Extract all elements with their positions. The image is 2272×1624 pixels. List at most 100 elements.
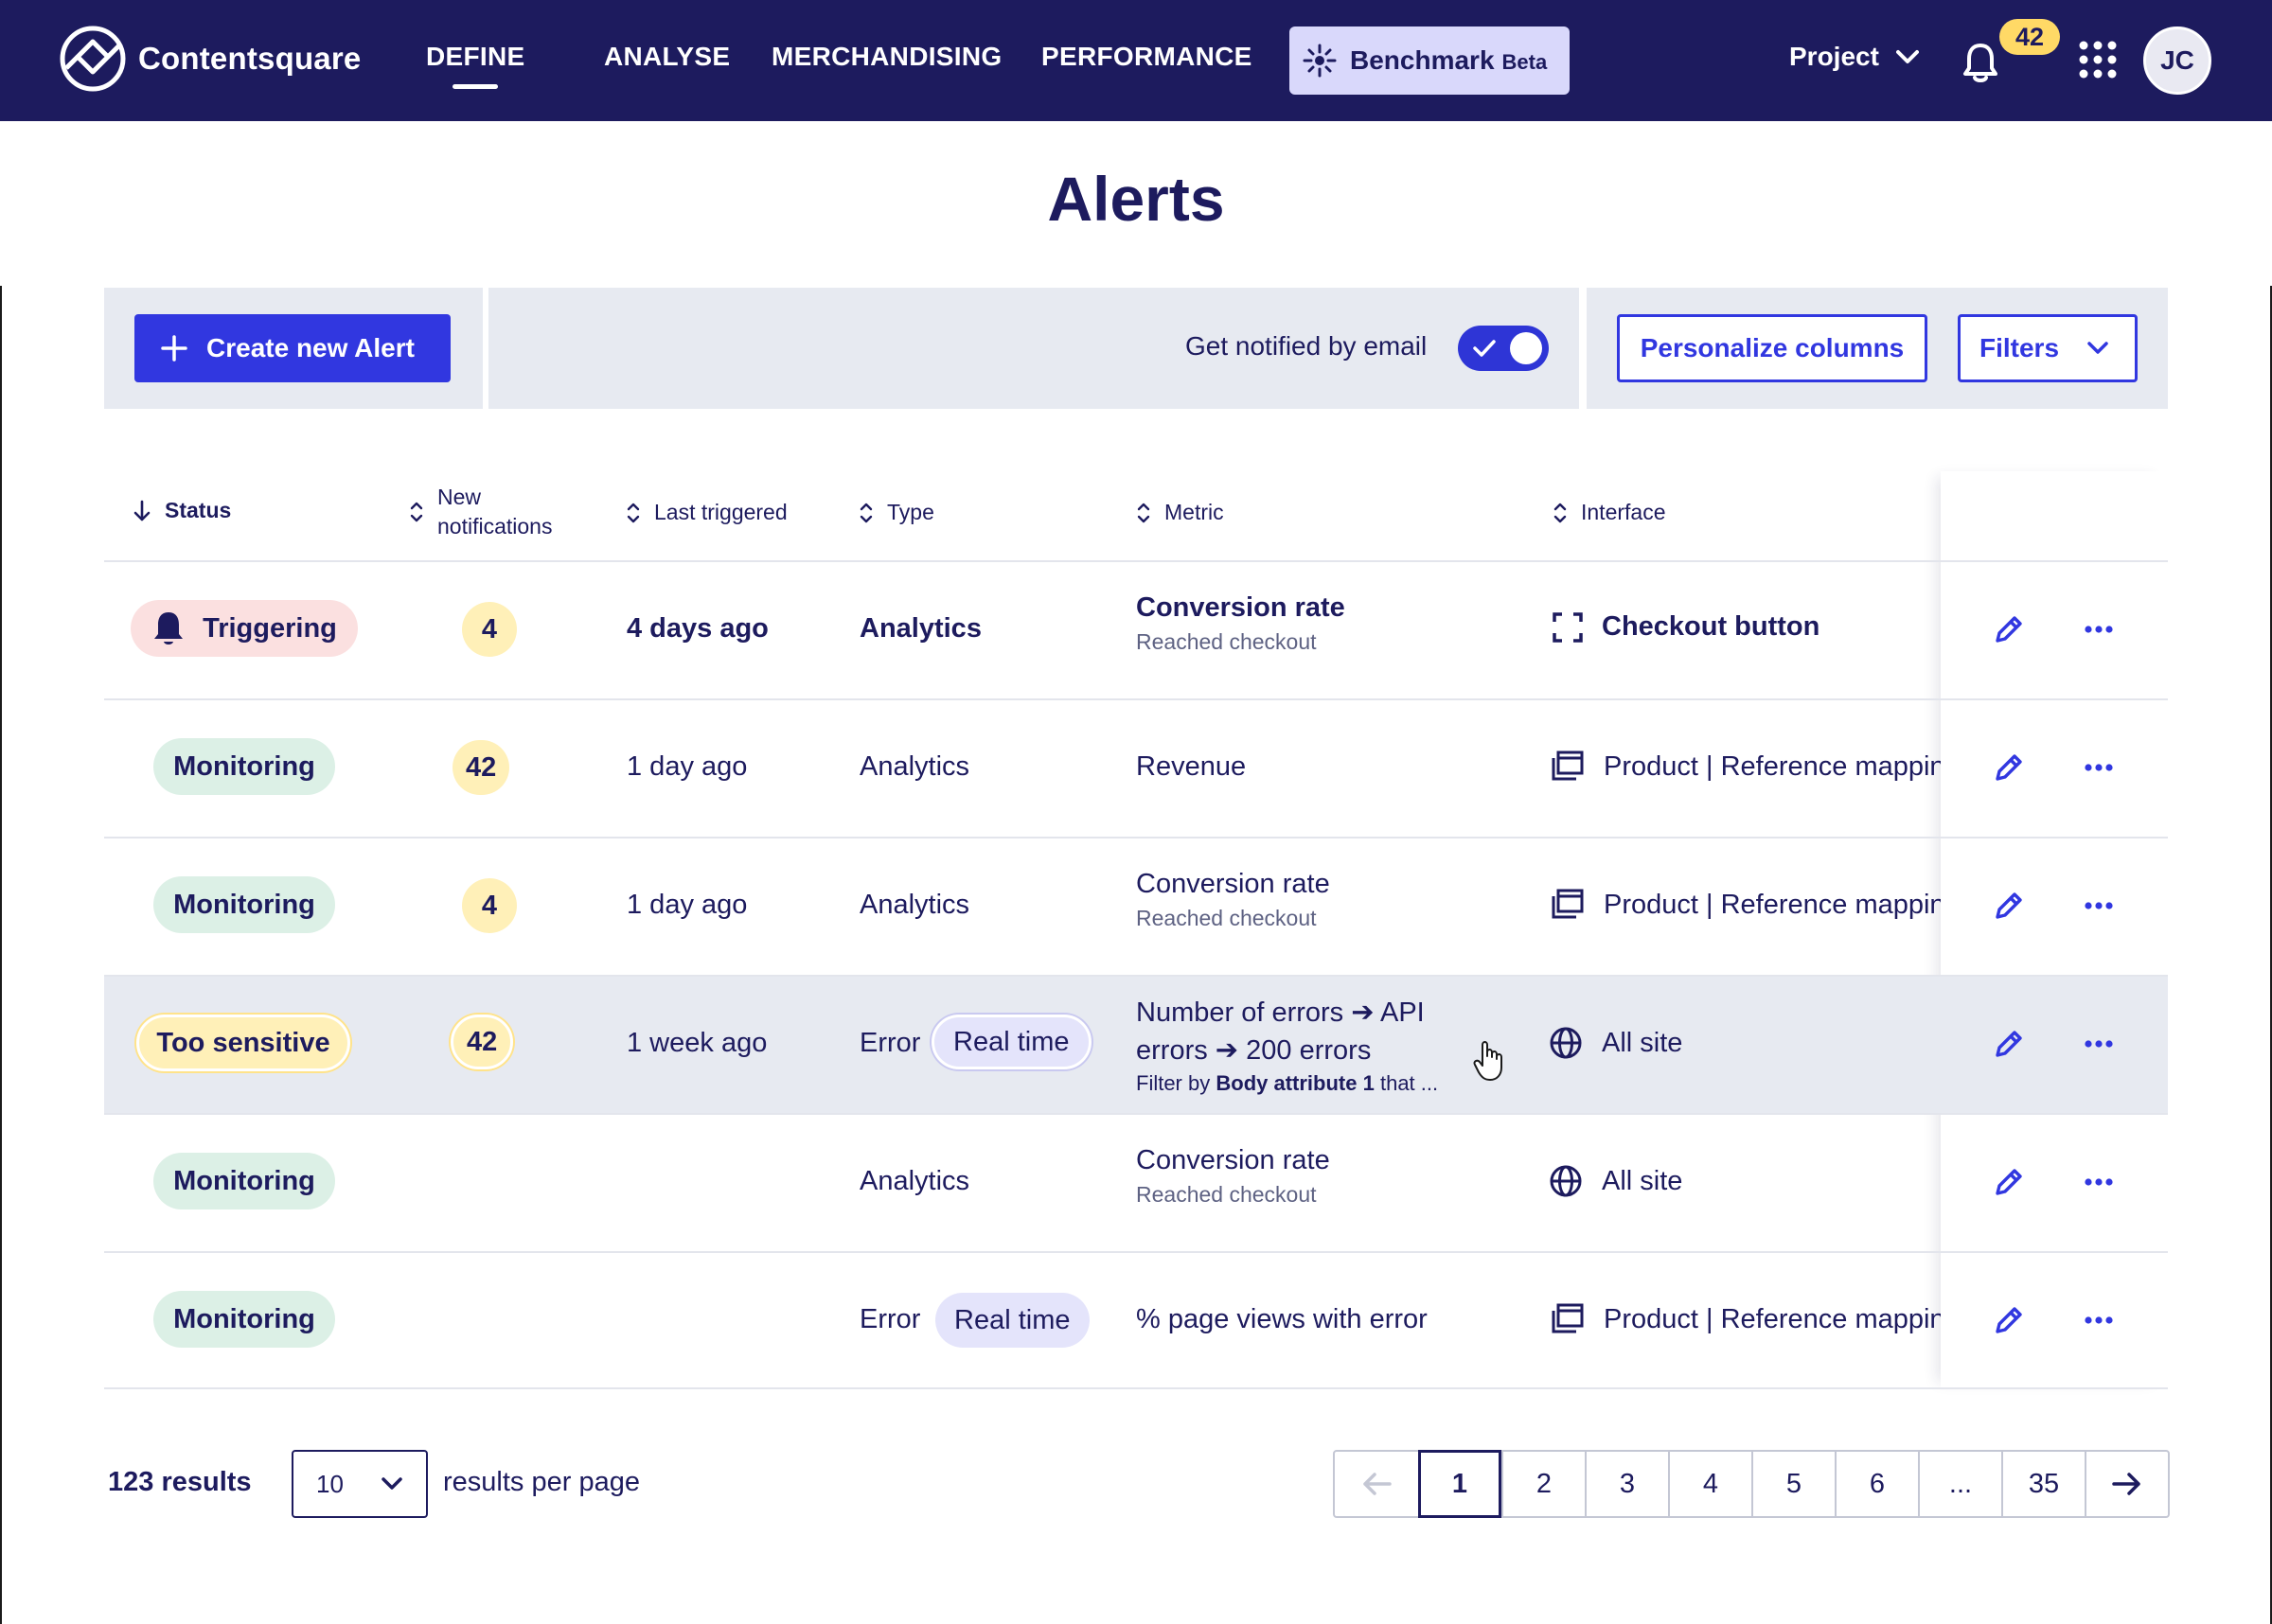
new-notifications-badge: 4 — [462, 602, 517, 657]
more-horizontal-icon[interactable] — [2085, 625, 2113, 634]
row-divider — [104, 698, 2168, 700]
interface-label: Checkout button — [1602, 611, 1820, 642]
page-button-35[interactable]: 35 — [2001, 1452, 2085, 1516]
column-header-type[interactable]: Type — [859, 500, 934, 525]
real-time-tag: Real time — [935, 1293, 1090, 1348]
nav-analyse[interactable]: ANALYSE — [604, 42, 730, 72]
email-notification-label: Get notified by email — [1185, 331, 1428, 361]
status-badge: Too sensitive — [136, 1015, 350, 1071]
new-notifications-badge: 42 — [453, 740, 510, 795]
column-header-status[interactable]: Status — [133, 498, 231, 523]
status-badge: Monitoring — [153, 1291, 335, 1348]
beta-badge: Beta — [1501, 50, 1548, 74]
metric-name: % page views with error — [1136, 1304, 1428, 1334]
metric: Number of errors ➔ API errors ➔ 200 erro… — [1136, 994, 1477, 1098]
interface[interactable]: All site — [1549, 1164, 1941, 1198]
user-avatar[interactable]: JC — [2143, 26, 2211, 95]
project-label: Project — [1789, 42, 1879, 71]
filter-attribute: Body attribute 1 — [1216, 1071, 1375, 1095]
column-header-new-notifications[interactable]: New notifications — [409, 483, 552, 541]
pencil-icon[interactable] — [1992, 1165, 2026, 1199]
create-alert-button[interactable]: Create new Alert — [134, 314, 451, 382]
row-divider — [104, 1113, 2168, 1115]
globe-icon — [1550, 1027, 1582, 1059]
filters-button[interactable]: Filters — [1958, 314, 2138, 382]
benchmark-button[interactable]: Benchmark Beta — [1289, 26, 1570, 95]
filter-prefix: Filter by — [1136, 1071, 1211, 1095]
page-title: Alerts — [1047, 164, 1225, 234]
actions-cell-highlight — [1941, 977, 2168, 1113]
status-badge: Monitoring — [153, 1153, 335, 1209]
metric-name: Conversion rate — [1136, 869, 1330, 899]
page-button-6[interactable]: 6 — [1835, 1452, 1918, 1516]
chevron-down-icon — [382, 1477, 402, 1490]
status-badge: Monitoring — [153, 876, 335, 933]
page-button-1[interactable]: 1 — [1418, 1450, 1501, 1518]
nav-merchandising[interactable]: MERCHANDISING — [772, 42, 1002, 72]
interface[interactable]: Product | Reference mapping — [1549, 1302, 1941, 1336]
interface[interactable]: All site — [1549, 1026, 1941, 1060]
column-header-notifications-label: notifications — [437, 514, 553, 538]
create-alert-label: Create new Alert — [206, 333, 415, 362]
row-divider — [104, 975, 2168, 977]
header-divider — [104, 560, 2168, 562]
metric-name: Revenue — [1136, 751, 1247, 782]
more-horizontal-icon[interactable] — [2085, 1039, 2113, 1049]
more-horizontal-icon[interactable] — [2085, 1315, 2113, 1325]
interface[interactable]: Product | Reference mapping — [1549, 750, 1941, 784]
status-badge: Triggering — [131, 600, 358, 657]
page-ellipsis: ... — [1918, 1452, 2001, 1516]
brand[interactable]: Contentsquare — [59, 25, 361, 93]
brand-name: Contentsquare — [138, 41, 362, 76]
email-notification-toggle[interactable] — [1458, 326, 1549, 371]
more-horizontal-icon[interactable] — [2085, 1177, 2113, 1187]
new-notifications-badge: 4 — [462, 878, 517, 933]
column-header-metric[interactable]: Metric — [1136, 500, 1224, 525]
results-per-page-value: 10 — [316, 1469, 344, 1498]
nav-define[interactable]: DEFINE — [426, 42, 524, 89]
sort-icon — [1137, 503, 1150, 522]
arrow-down-icon — [133, 500, 151, 521]
column-header-interface-label: Interface — [1581, 500, 1666, 524]
pencil-icon[interactable] — [1992, 750, 2026, 785]
notification-count-badge: 42 — [1999, 19, 2060, 55]
metric-line-2: errors ➔ 200 errors — [1136, 1035, 1372, 1066]
metric-subtitle: Reached checkout — [1136, 629, 1317, 654]
personalize-columns-button[interactable]: Personalize columns — [1617, 314, 1927, 382]
interface[interactable]: Product | Reference mapping — [1549, 888, 1941, 922]
column-header-interface[interactable]: Interface — [1553, 500, 1666, 525]
next-page-button[interactable] — [2085, 1452, 2168, 1516]
project-selector[interactable]: Project — [1789, 42, 1919, 72]
nav-performance[interactable]: PERFORMANCE — [1041, 42, 1252, 72]
metric-filter: Filter by Body attribute 1 that ... — [1136, 1069, 1477, 1098]
pencil-icon[interactable] — [1992, 1027, 2026, 1061]
interface-label: Product | Reference mapping — [1604, 1303, 1941, 1334]
page-button-5[interactable]: 5 — [1751, 1452, 1835, 1516]
page-button-3[interactable]: 3 — [1585, 1452, 1668, 1516]
globe-icon — [1550, 1165, 1582, 1197]
row-divider — [104, 837, 2168, 838]
filters-label: Filters — [1979, 333, 2060, 362]
interface[interactable]: Checkout button — [1553, 611, 1941, 643]
interface-label: Product | Reference mapping — [1604, 750, 1941, 782]
page-group-icon — [1552, 750, 1584, 781]
more-horizontal-icon[interactable] — [2085, 901, 2113, 910]
pencil-icon[interactable] — [1992, 889, 2026, 923]
results-per-page-label: results per page — [443, 1467, 640, 1497]
actions-column — [1941, 471, 2168, 1387]
more-horizontal-icon[interactable] — [2085, 763, 2113, 772]
apps-grid-icon[interactable] — [2079, 41, 2117, 79]
pencil-icon[interactable] — [1992, 1303, 2026, 1337]
sort-icon — [1553, 503, 1567, 522]
column-header-status-label: Status — [165, 498, 232, 522]
column-header-last-triggered[interactable]: Last triggered — [626, 500, 788, 525]
bell-icon[interactable] — [1961, 42, 1999, 83]
page-button-2[interactable]: 2 — [1501, 1452, 1585, 1516]
page-group-icon — [1552, 1303, 1584, 1333]
previous-page-button[interactable] — [1335, 1452, 1418, 1516]
page-button-4[interactable]: 4 — [1668, 1452, 1751, 1516]
last-triggered: 1 day ago — [627, 751, 748, 782]
alert-type: Analytics — [860, 1166, 970, 1196]
results-per-page-select[interactable]: 10 — [292, 1450, 428, 1518]
pencil-icon[interactable] — [1992, 612, 2026, 646]
